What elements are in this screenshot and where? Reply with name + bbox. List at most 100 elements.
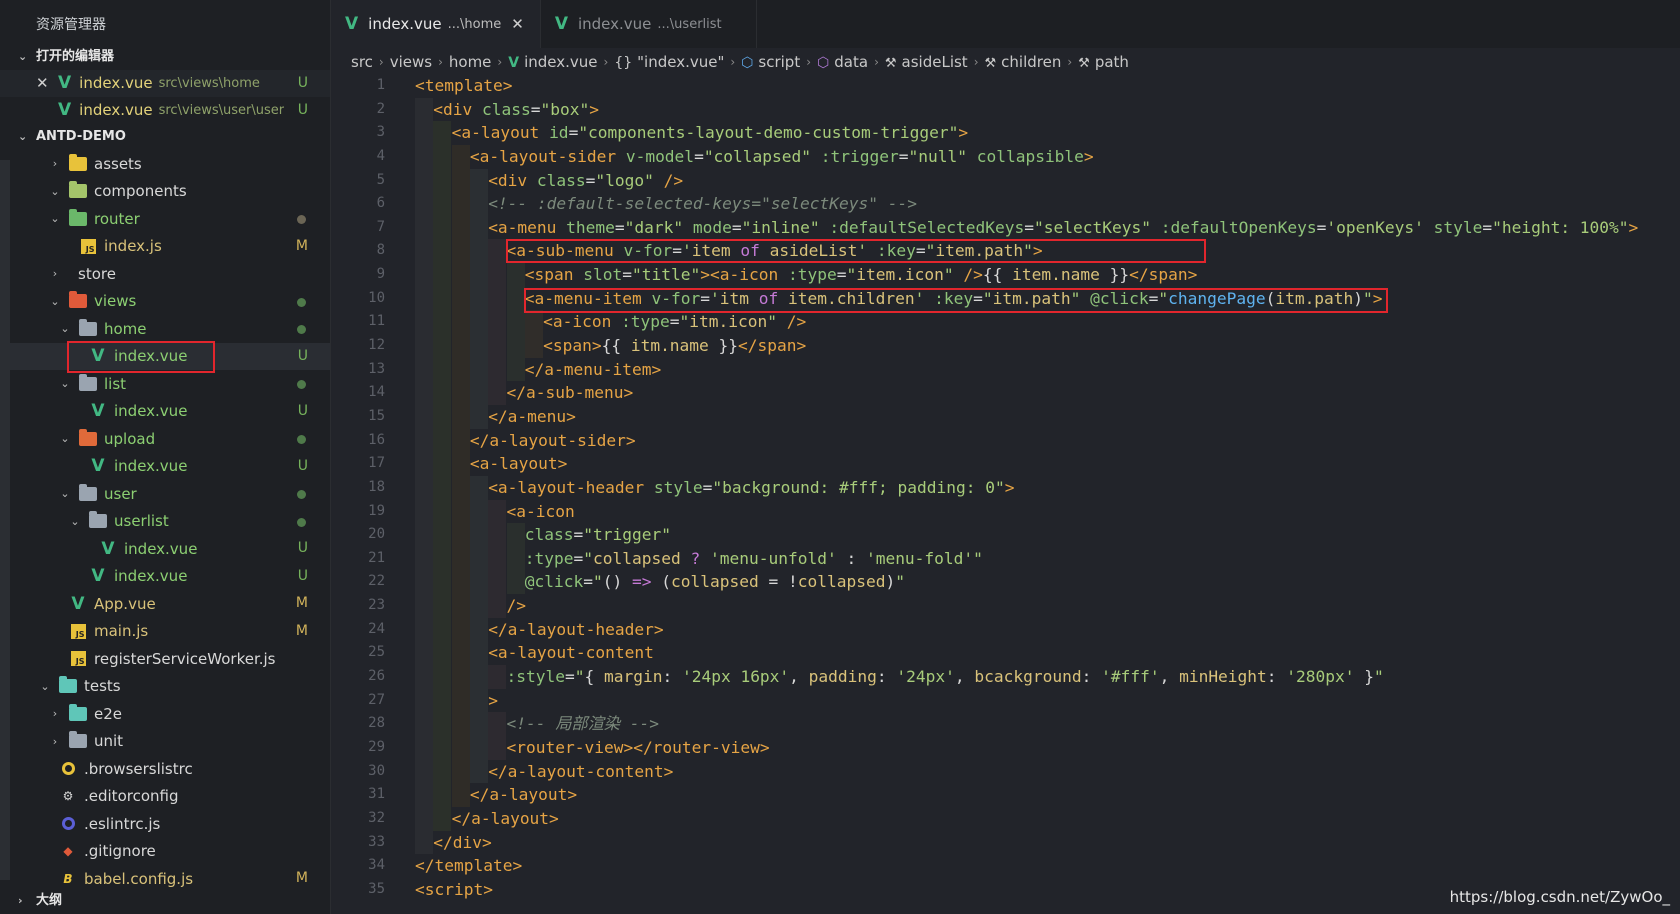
file-item[interactable]: ◆ .gitignore: [0, 838, 330, 866]
breadcrumb-item[interactable]: ⚒ asideList: [885, 53, 968, 71]
folder-item[interactable]: › e2e: [0, 700, 330, 728]
breadcrumb-item[interactable]: ⬡ data: [817, 53, 868, 71]
code-token: collapsed: [671, 572, 759, 592]
code-token: class: [524, 525, 574, 545]
project-header[interactable]: ⌄ ANTD-DEMO: [0, 124, 330, 150]
file-item[interactable]: Vindex.vue U: [0, 453, 330, 481]
line-number: 9: [376, 266, 385, 283]
folder-item[interactable]: ⌄ router: [0, 205, 330, 233]
open-editor-path: src\views\user\user...: [158, 103, 284, 118]
folder-item[interactable]: ⌄ upload: [0, 425, 330, 453]
tab-home[interactable]: Vindex.vue ...\home ✕: [331, 0, 541, 48]
indent-guide: [433, 735, 452, 760]
git-status-badge: U: [297, 75, 308, 91]
breadcrumb-item[interactable]: Vindex.vue: [508, 53, 597, 71]
code-token: <script>: [415, 879, 493, 899]
open-editors-header[interactable]: ⌄ 打开的编辑器: [0, 44, 330, 70]
open-editor-name: index.vue: [79, 74, 153, 92]
breadcrumb-item[interactable]: src: [351, 53, 373, 71]
breadcrumb-item[interactable]: ⚒ path: [1078, 53, 1129, 71]
indent-guide: [451, 168, 470, 193]
file-item[interactable]: ⚙ .editorconfig: [0, 783, 330, 811]
line-content: </a-layout>: [385, 783, 577, 807]
file-tree: › assets ⌄ components ⌄ router JS index.js M › sto…: [0, 150, 330, 893]
chevron-down-icon: ⌄: [60, 322, 70, 336]
code-token: ': [681, 241, 692, 261]
code-token: class: [482, 99, 531, 119]
code-token: =: [702, 477, 713, 497]
line-number: 15: [368, 407, 385, 424]
code-view[interactable]: 1 <template> 2 <div class="box"> 3 <a-layout …: [331, 74, 1680, 901]
open-editor-item[interactable]: Vindex.vue src\views\user\user... U: [0, 97, 330, 124]
sidebar-scrollbar[interactable]: [0, 160, 10, 880]
open-editor-item[interactable]: ✕ Vindex.vue src\views\home U: [0, 70, 330, 97]
indent-guide: [451, 499, 470, 524]
file-item[interactable]: Vindex.vue U: [0, 398, 330, 426]
folder-item[interactable]: › assets: [0, 150, 330, 178]
code-token: ": [982, 288, 993, 308]
line-content: <template>: [385, 74, 512, 98]
vue-file-icon: V: [91, 456, 105, 477]
line-content: <div class="box">: [385, 97, 599, 122]
code-token: <span: [524, 265, 584, 285]
code-token: =: [1316, 217, 1327, 237]
tab-userlist[interactable]: Vindex.vue ...\userlist: [541, 0, 757, 48]
chevron-down-icon: ⌄: [50, 294, 60, 308]
indent-guide: [415, 830, 433, 855]
line-number: 12: [368, 337, 385, 354]
file-item[interactable]: .browserslistrc: [0, 755, 330, 783]
breadcrumb-item[interactable]: ⬡ script: [741, 53, 800, 71]
line-number: 7: [376, 218, 385, 235]
line-number: 3: [376, 124, 385, 141]
file-item[interactable]: JS index.js M: [0, 233, 330, 261]
folder-item[interactable]: ⌄ views: [0, 288, 330, 316]
folder-item[interactable]: › unit: [0, 728, 330, 756]
folder-item[interactable]: ⌄ user: [0, 480, 330, 508]
editorconfig-icon: ⚙: [62, 789, 74, 804]
file-item[interactable]: › store: [0, 260, 330, 288]
git-status-badge: U: [297, 457, 308, 474]
file-item[interactable]: V App.vue M: [0, 590, 330, 618]
code-token: >: [488, 690, 498, 710]
breadcrumb-item[interactable]: home: [449, 53, 492, 71]
code-token: =: [1024, 217, 1034, 237]
folder-item[interactable]: ⌄ tests: [0, 673, 330, 701]
chevron-right-icon: ›: [438, 55, 443, 69]
indent-guide: [415, 310, 433, 335]
indent-guide: [433, 546, 452, 571]
vue-icon-wrap: V: [88, 401, 108, 421]
file-item[interactable]: Vindex.vue U: [0, 535, 330, 563]
breadcrumb-item[interactable]: views: [390, 53, 432, 71]
file-item[interactable]: Vindex.vue U: [0, 563, 330, 591]
folder-item[interactable]: ⌄ components: [0, 178, 330, 206]
wrench-icon: ⚒: [984, 56, 997, 71]
code-token: ": [1023, 241, 1033, 261]
close-icon[interactable]: ✕: [511, 15, 524, 33]
file-item[interactable]: JS main.js M: [0, 618, 330, 646]
code-token: </span>: [738, 336, 807, 356]
breadcrumb-item[interactable]: ⚒ children: [985, 53, 1062, 71]
folder-item[interactable]: ⌄ home: [0, 315, 330, 343]
git-status-badge: U: [297, 540, 308, 556]
vue-icon-wrap: V: [88, 566, 108, 586]
indent-guide: [469, 215, 488, 240]
indent-guide: [469, 594, 488, 618]
code-token: >: [1083, 146, 1094, 166]
close-icon[interactable]: ✕: [36, 70, 52, 97]
indent-guide: [451, 381, 470, 405]
file-item[interactable]: Vindex.vue U: [0, 342, 330, 370]
breadcrumb-text: data: [834, 53, 869, 71]
code-token: </span>: [1129, 265, 1198, 285]
code-token: bcackground: [974, 667, 1082, 687]
code-token: <a-menu-item: [524, 288, 652, 308]
file-item[interactable]: .eslintrc.js: [0, 810, 330, 838]
indent-guide: [451, 357, 470, 382]
folder-item[interactable]: ⌄ userlist: [0, 508, 330, 536]
indent-guide: [451, 475, 470, 500]
indent-guide: [469, 499, 488, 524]
folder-item[interactable]: ⌄ list: [0, 370, 330, 398]
breadcrumb-item[interactable]: {} "index.vue": [614, 53, 724, 71]
outline-header[interactable]: › 大纲: [0, 888, 62, 914]
file-item[interactable]: JS registerServiceWorker.js: [0, 645, 330, 673]
indent-guide: [415, 783, 433, 807]
